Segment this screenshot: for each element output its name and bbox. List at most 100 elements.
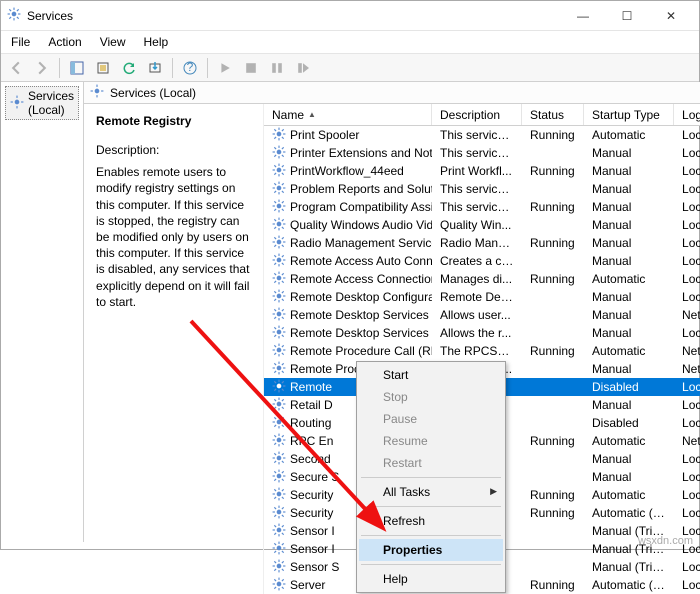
- service-row[interactable]: Program Compatibility Assist...This serv…: [264, 198, 700, 216]
- minimize-button[interactable]: —: [561, 2, 605, 30]
- service-status: Running: [522, 433, 584, 449]
- ctx-properties[interactable]: Properties: [359, 539, 503, 561]
- service-name: Secure S: [290, 470, 339, 484]
- column-header-log-on-as[interactable]: Log: [674, 104, 700, 125]
- back-button[interactable]: [5, 57, 27, 79]
- service-log-on-as: Loc: [674, 415, 700, 431]
- service-status: Running: [522, 199, 584, 215]
- service-status: [522, 314, 584, 316]
- column-header-status[interactable]: Status: [522, 104, 584, 125]
- ctx-restart[interactable]: Restart: [359, 452, 503, 474]
- service-description: Print Workfl...: [432, 163, 522, 179]
- column-header-name[interactable]: Name ▲: [264, 104, 432, 125]
- detail-service-name: Remote Registry: [96, 114, 253, 128]
- service-status: [522, 422, 584, 424]
- column-header-description[interactable]: Description: [432, 104, 522, 125]
- service-gear-icon: [272, 577, 286, 594]
- service-gear-icon: [272, 307, 286, 324]
- service-startup-type: Automatic: [584, 271, 674, 287]
- column-label: Name: [272, 108, 304, 122]
- service-description: This service ...: [432, 127, 522, 143]
- service-log-on-as: Loc: [674, 127, 700, 143]
- watermark: wsxdn.com: [638, 535, 693, 547]
- pause-service-button[interactable]: [266, 57, 288, 79]
- view-tab-services-local[interactable]: Services (Local): [90, 84, 196, 101]
- service-name: Security: [290, 488, 333, 502]
- menu-help[interactable]: Help: [142, 33, 171, 51]
- service-log-on-as: Loc: [674, 289, 700, 305]
- service-row[interactable]: Remote Desktop Services U...Allows the r…: [264, 324, 700, 342]
- service-row[interactable]: Print SpoolerThis service ...RunningAuto…: [264, 126, 700, 144]
- ctx-resume[interactable]: Resume: [359, 430, 503, 452]
- forward-button[interactable]: [31, 57, 53, 79]
- service-row[interactable]: Remote Desktop Configurat...Remote Des..…: [264, 288, 700, 306]
- tree-node-services-local[interactable]: Services (Local): [5, 86, 79, 120]
- service-row[interactable]: Remote Procedure Call (RPC)The RPCSS ...…: [264, 342, 700, 360]
- service-name: Printer Extensions and Notif...: [290, 146, 432, 160]
- service-status: [522, 368, 584, 370]
- detail-description-label: Description:: [96, 142, 253, 158]
- tab-label: Services (Local): [110, 86, 196, 100]
- export-list-button[interactable]: [144, 57, 166, 79]
- service-status: Running: [522, 487, 584, 503]
- service-row[interactable]: Printer Extensions and Notif...This serv…: [264, 144, 700, 162]
- service-startup-type: Manual: [584, 307, 674, 323]
- ctx-all-tasks[interactable]: All Tasks: [359, 481, 503, 503]
- service-name: Routing: [290, 416, 331, 430]
- menu-view[interactable]: View: [98, 33, 128, 51]
- ctx-stop[interactable]: Stop: [359, 386, 503, 408]
- service-row[interactable]: Radio Management ServiceRadio Mana...Run…: [264, 234, 700, 252]
- service-row[interactable]: Problem Reports and Soluti...This servic…: [264, 180, 700, 198]
- service-log-on-as: Loc: [674, 253, 700, 269]
- help-button[interactable]: ?: [179, 57, 201, 79]
- close-button[interactable]: ✕: [649, 2, 693, 30]
- service-log-on-as: Net: [674, 307, 700, 323]
- service-row[interactable]: Remote Desktop ServicesAllows user...Man…: [264, 306, 700, 324]
- service-row[interactable]: Remote Access Connection...Manages di...…: [264, 270, 700, 288]
- service-log-on-as: Loc: [674, 145, 700, 161]
- service-gear-icon: [272, 217, 286, 234]
- menu-action[interactable]: Action: [46, 33, 83, 51]
- ctx-help[interactable]: Help: [359, 568, 503, 590]
- ctx-properties-label: Properties: [383, 543, 442, 557]
- service-description: This service ...: [432, 199, 522, 215]
- service-startup-type: Manual: [584, 217, 674, 233]
- service-name: PrintWorkflow_44eed: [290, 164, 404, 178]
- service-gear-icon: [272, 235, 286, 252]
- service-name: Security: [290, 506, 333, 520]
- service-row[interactable]: Quality Windows Audio Vid...Quality Win.…: [264, 216, 700, 234]
- service-row[interactable]: PrintWorkflow_44eedPrint Workfl...Runnin…: [264, 162, 700, 180]
- service-log-on-as: Loc: [674, 163, 700, 179]
- service-gear-icon: [272, 559, 286, 576]
- ctx-refresh[interactable]: Refresh: [359, 510, 503, 532]
- service-description: Quality Win...: [432, 217, 522, 233]
- column-header-startup-type[interactable]: Startup Type: [584, 104, 674, 125]
- service-status: [522, 260, 584, 262]
- service-row[interactable]: Remote Access Auto Conne...Creates a co.…: [264, 252, 700, 270]
- ctx-pause[interactable]: Pause: [359, 408, 503, 430]
- refresh-button[interactable]: [118, 57, 140, 79]
- ctx-start[interactable]: Start: [359, 364, 503, 386]
- service-description: Radio Mana...: [432, 235, 522, 251]
- service-startup-type: Manual: [584, 163, 674, 179]
- service-status: [522, 332, 584, 334]
- service-name: Remote Desktop Configurat...: [290, 290, 432, 304]
- menu-file[interactable]: File: [9, 33, 32, 51]
- service-status: [522, 566, 584, 568]
- properties-toolbar-button[interactable]: [92, 57, 114, 79]
- service-name: Server: [290, 578, 325, 592]
- restart-service-button[interactable]: [292, 57, 314, 79]
- maximize-button[interactable]: ☐: [605, 2, 649, 30]
- service-gear-icon: [272, 523, 286, 540]
- service-status: [522, 152, 584, 154]
- service-log-on-as: Loc: [674, 217, 700, 233]
- start-service-button[interactable]: [214, 57, 236, 79]
- service-status: Running: [522, 127, 584, 143]
- service-startup-type: Manual: [584, 325, 674, 341]
- service-status: Running: [522, 271, 584, 287]
- service-startup-type: Automatic (Trig...: [584, 577, 674, 593]
- service-startup-type: Manual: [584, 469, 674, 485]
- service-description: Allows user...: [432, 307, 522, 323]
- stop-service-button[interactable]: [240, 57, 262, 79]
- show-hide-tree-button[interactable]: [66, 57, 88, 79]
